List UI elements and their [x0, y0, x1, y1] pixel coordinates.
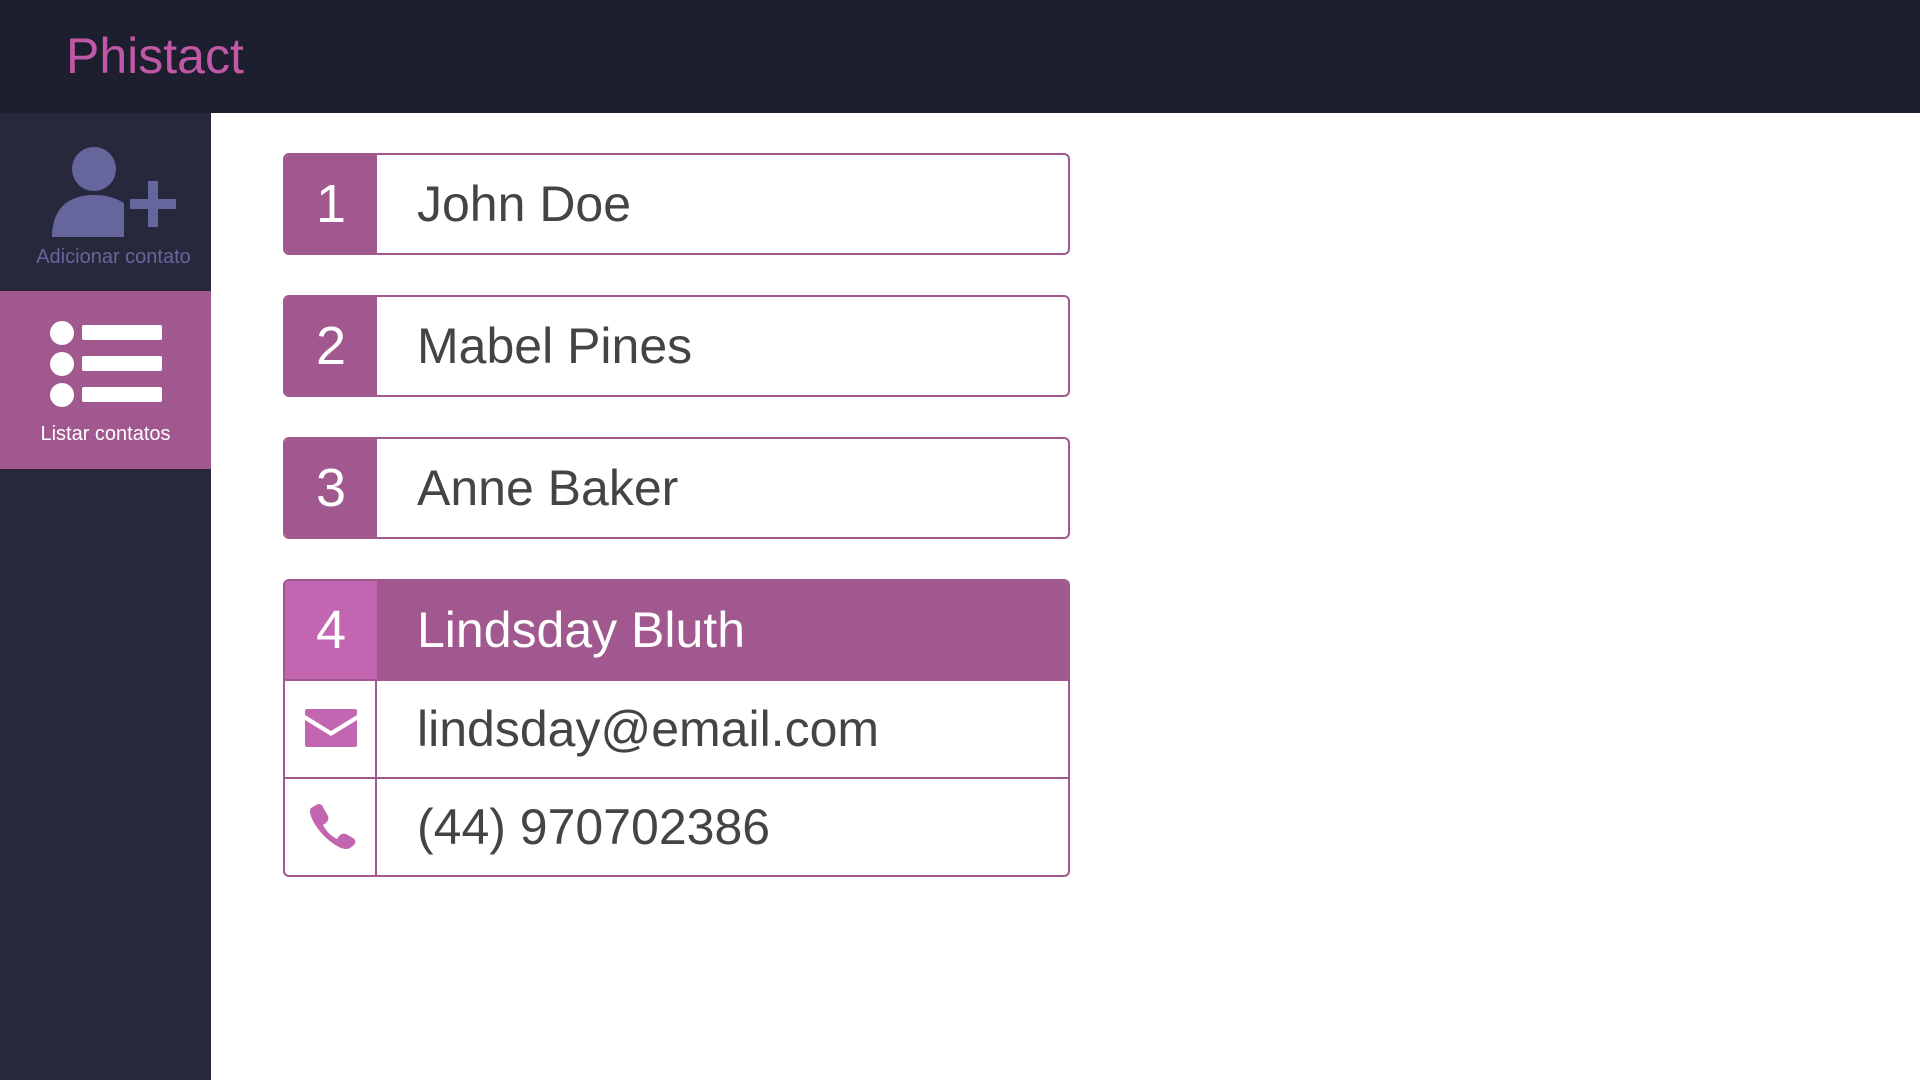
contact-card[interactable]: 1 John Doe	[283, 153, 1070, 255]
contact-phone-row: (44) 970702386	[285, 777, 1068, 875]
contact-name: Lindsday Bluth	[417, 602, 746, 658]
contact-list: 1 John Doe 2 Mabel Pines 3 Anne Baker 4 …	[211, 113, 1920, 1080]
list-icon	[50, 321, 162, 407]
sidebar-item-list-contacts[interactable]: Listar contatos	[0, 291, 211, 469]
contact-number: 2	[285, 297, 377, 395]
sidebar: Adicionar contato Listar contatos	[0, 113, 211, 1080]
contact-number: 1	[285, 155, 377, 253]
contact-card[interactable]: 2 Mabel Pines	[283, 295, 1070, 397]
contact-card-header[interactable]: 1 John Doe	[285, 155, 1068, 253]
contact-number: 4	[285, 581, 377, 679]
contact-name: John Doe	[417, 176, 632, 232]
contact-card-header[interactable]: 4 Lindsday Bluth	[285, 581, 1068, 679]
contact-name: Anne Baker	[417, 460, 679, 516]
app-brand[interactable]: Phistact	[66, 26, 244, 86]
contact-phone[interactable]: (44) 970702386	[417, 779, 770, 875]
envelope-icon	[305, 709, 357, 747]
contact-card-expanded[interactable]: 4 Lindsday Bluth lindsday@email.com (44)…	[283, 579, 1070, 877]
contact-number: 3	[285, 439, 377, 537]
contact-card-header[interactable]: 3 Anne Baker	[285, 439, 1068, 537]
add-user-icon	[52, 147, 178, 237]
phone-icon	[309, 803, 356, 849]
contact-email-row: lindsday@email.com	[285, 679, 1068, 777]
email-icon-cell	[285, 681, 377, 777]
top-bar: Phistact	[0, 0, 1920, 113]
contact-card-header[interactable]: 2 Mabel Pines	[285, 297, 1068, 395]
contact-email[interactable]: lindsday@email.com	[417, 681, 879, 777]
contact-card[interactable]: 3 Anne Baker	[283, 437, 1070, 539]
sidebar-item-label: Listar contatos	[40, 423, 171, 445]
sidebar-item-label: Adicionar contato	[36, 246, 191, 268]
contact-name: Mabel Pines	[417, 318, 693, 374]
phone-icon-cell	[285, 779, 377, 875]
sidebar-item-add-contact[interactable]: Adicionar contato	[0, 113, 211, 291]
